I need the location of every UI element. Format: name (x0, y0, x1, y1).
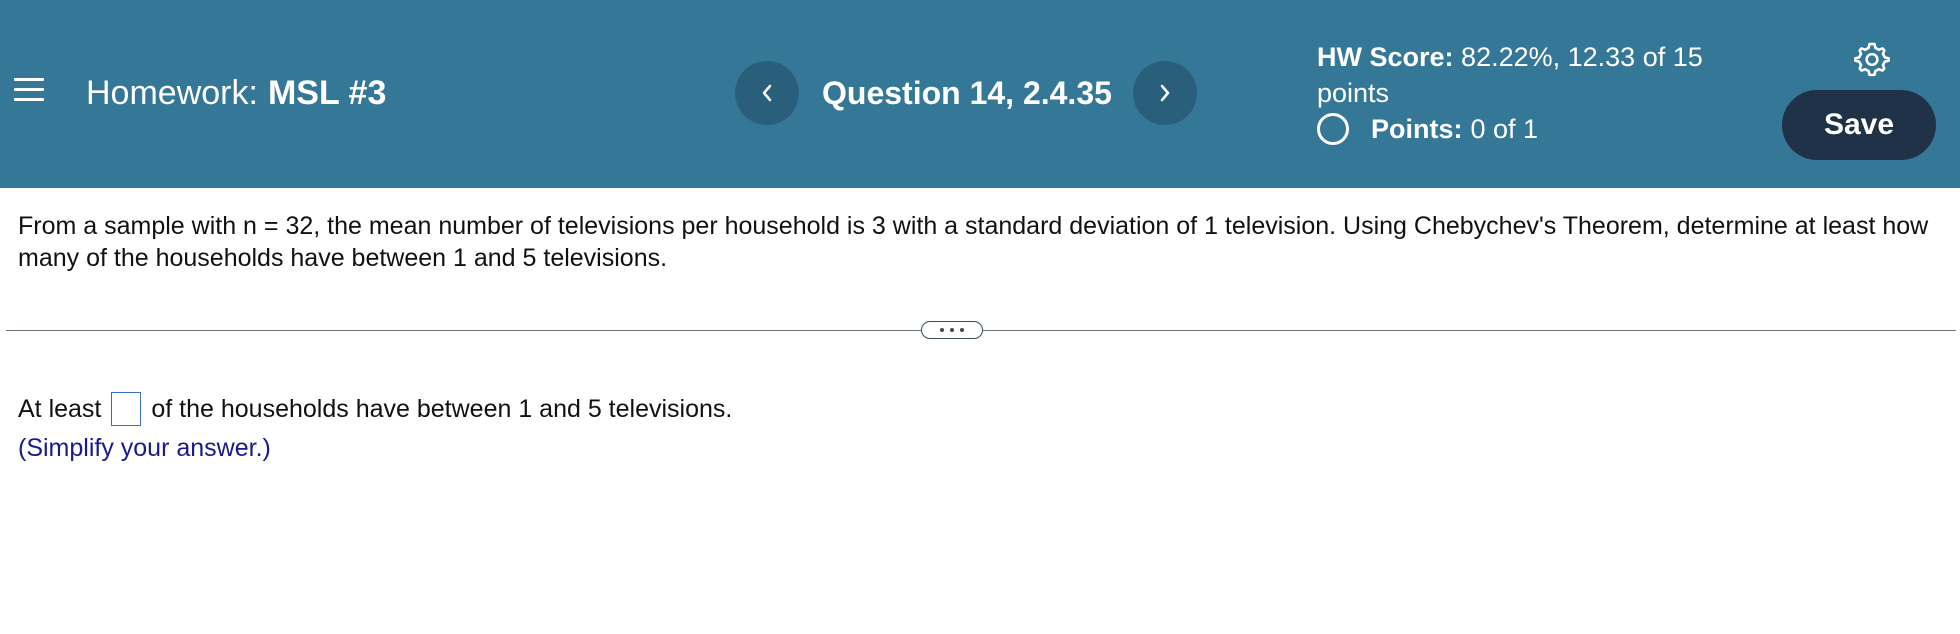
chevron-left-icon (762, 84, 772, 102)
answer-suffix: of the households have between 1 and 5 t… (151, 395, 733, 423)
more-horizontal-icon[interactable] (921, 321, 983, 339)
next-question-button[interactable] (1133, 61, 1197, 125)
menu-icon[interactable] (14, 76, 44, 104)
points-value: 0 of 1 (1470, 114, 1539, 144)
question-label: Question 14, 2.4.35 (822, 75, 1112, 111)
top-header: Homework: MSL #3 Question 14, 2.4.35 HW S… (0, 0, 1960, 188)
circle-icon (1317, 113, 1349, 145)
homework-title: Homework: MSL #3 (86, 72, 386, 114)
hw-score: HW Score: 82.22%, 12.33 of 15 points (1317, 39, 1757, 111)
points-status: Points: 0 of 1 (1317, 111, 1538, 147)
answer-row: At least of the households have between … (18, 391, 732, 427)
chevron-right-icon (1160, 84, 1170, 102)
gear-icon[interactable] (1853, 40, 1891, 78)
homework-prefix: Homework: (86, 74, 258, 112)
homework-name: MSL #3 (267, 74, 387, 112)
hw-score-label: HW Score: (1317, 42, 1454, 72)
previous-question-button[interactable] (735, 61, 799, 125)
answer-hint: (Simplify your answer.) (18, 434, 271, 462)
question-text: From a sample with n = 32, the mean numb… (18, 212, 1929, 272)
save-button[interactable]: Save (1782, 90, 1936, 160)
points-label: Points: (1371, 114, 1463, 144)
answer-input[interactable] (111, 392, 142, 426)
answer-prefix: At least (18, 395, 102, 423)
